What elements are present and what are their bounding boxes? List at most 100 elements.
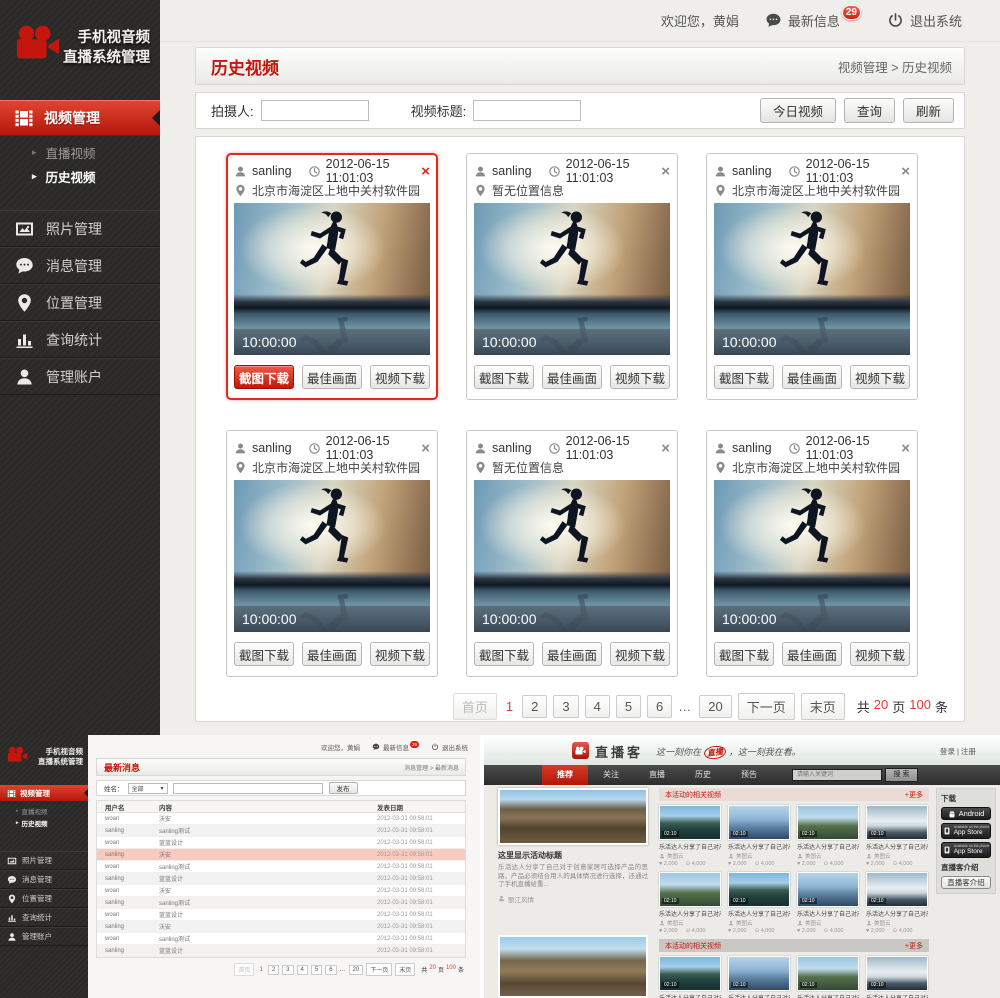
video-thumbnail[interactable]: 10:00:00 [474, 480, 670, 632]
more-link[interactable]: +更多 [905, 941, 923, 951]
table-row-highlighted[interactable]: sanling沃安2012-03-31 09:58:01 [97, 849, 465, 861]
site-video-card[interactable]: 02:10乐活达人分享了自己对产品 [659, 956, 721, 998]
pagination-page[interactable]: 2 [268, 965, 279, 975]
pagination-next[interactable]: 下一页 [738, 693, 795, 720]
pagination-last[interactable]: 末页 [801, 693, 845, 720]
pagination-page[interactable]: 5 [616, 695, 641, 718]
pagination-page-20[interactable]: 20 [699, 695, 731, 718]
pagination-first[interactable]: 首页 [453, 693, 497, 720]
best-frame-button[interactable]: 最佳画面 [302, 642, 362, 666]
site-video-card[interactable]: 02:10乐活达人分享了自己对产品美图云♥ 2,000⊙ 4,000 [659, 805, 721, 867]
site-video-card[interactable]: 02:10乐活达人分享了自己对产品 [797, 956, 859, 998]
video-thumbnail[interactable]: 10:00:00 [234, 203, 430, 355]
close-icon[interactable]: × [421, 441, 430, 456]
mini-sidebar-item-account[interactable]: 管理账户 [0, 927, 88, 946]
table-row[interactable]: sanling蓝蓝设计2012-03-31 09:58:01 [97, 945, 465, 957]
name-select[interactable]: 全部 ▾ [128, 783, 168, 794]
pagination-page[interactable]: 6 [647, 695, 672, 718]
best-frame-button[interactable]: 最佳画面 [542, 642, 602, 666]
sidebar-subitem-live-video[interactable]: ▸直播视频 [0, 140, 160, 164]
appstore-download-button[interactable]: Available on the phoneApp Store [941, 823, 991, 839]
nav-tab-following[interactable]: 关注 [588, 765, 634, 785]
mini-sidebar-item-video-management[interactable]: 视频管理 [0, 785, 88, 801]
appstore-download-button[interactable]: Available on the phoneApp Store [941, 842, 991, 858]
site-video-card[interactable]: 02:10乐活达人分享了自己对产品美图云♥ 2,000⊙ 4,000 [659, 872, 721, 934]
video-download-button[interactable]: 视频下载 [850, 365, 910, 389]
latest-messages-link[interactable]: 最新信息 29 [765, 11, 861, 30]
snapshot-download-button[interactable]: 截图下载 [474, 642, 534, 666]
pagination-page-20[interactable]: 20 [349, 965, 364, 975]
video-download-button[interactable]: 视频下载 [370, 642, 430, 666]
site-video-card[interactable]: 02:10乐活达人分享了自己对产品美图云♥ 2,000⊙ 4,000 [728, 872, 790, 934]
nav-tab-recommended[interactable]: 推荐 [542, 765, 588, 785]
snapshot-download-button[interactable]: 截图下载 [234, 642, 294, 666]
pagination-page[interactable]: 3 [553, 695, 578, 718]
shooter-input[interactable] [261, 100, 369, 121]
table-row[interactable]: sanlingsanling测试2012-03-31 09:58:01 [97, 897, 465, 909]
video-title-input[interactable] [473, 100, 581, 121]
snapshot-download-button[interactable]: 截图下载 [474, 365, 534, 389]
close-icon[interactable]: × [661, 441, 670, 456]
table-row[interactable]: woansanling测试2012-03-31 09:58:01 [97, 861, 465, 873]
best-frame-button[interactable]: 最佳画面 [782, 642, 842, 666]
mini-sidebar-item-location[interactable]: 位置管理 [0, 889, 88, 908]
sidebar-subitem-history-video[interactable]: ▸历史视频 [0, 164, 160, 188]
table-row[interactable]: woan蓝蓝设计2012-03-31 09:58:01 [97, 837, 465, 849]
site-video-card[interactable]: 02:10乐活达人分享了自己对产品 [866, 956, 928, 998]
site-video-card[interactable]: 02:10乐活达人分享了自己对产品 [728, 956, 790, 998]
close-icon[interactable]: × [901, 164, 910, 179]
pagination-last[interactable]: 末页 [395, 963, 415, 976]
mini-sidebar-item-message[interactable]: 消息管理 [0, 870, 88, 889]
pagination-page[interactable]: 4 [585, 695, 610, 718]
best-frame-button[interactable]: 最佳画面 [542, 365, 602, 389]
snapshot-download-button[interactable]: 截图下载 [714, 642, 774, 666]
pagination-page[interactable]: 5 [311, 965, 322, 975]
pagination-page[interactable]: 6 [325, 965, 336, 975]
close-icon[interactable]: × [661, 164, 670, 179]
video-thumbnail[interactable]: 10:00:00 [714, 203, 910, 355]
mini-subitem-live-video[interactable]: ▸直播视频 [0, 805, 88, 817]
site-search-input[interactable] [792, 769, 882, 781]
nav-tab-live[interactable]: 直播 [634, 765, 680, 785]
login-register-links[interactable]: 登录 | 注册 [940, 746, 976, 757]
latest-messages-link[interactable]: 最新信息 29 [372, 742, 419, 752]
mini-sidebar-item-stats[interactable]: 查询统计 [0, 908, 88, 927]
pagination-page[interactable]: 4 [297, 965, 308, 975]
site-search-button[interactable]: 搜 索 [885, 768, 918, 782]
close-icon[interactable]: × [901, 441, 910, 456]
video-thumbnail[interactable]: 10:00:00 [474, 203, 670, 355]
nav-tab-preview[interactable]: 预告 [726, 765, 772, 785]
table-row[interactable]: sanling沃安2012-03-31 09:58:01 [97, 921, 465, 933]
table-row[interactable]: sanlingsanling测试2012-03-31 09:58:01 [97, 825, 465, 837]
android-download-button[interactable]: Android [941, 807, 991, 820]
site-video-card[interactable]: 02:10乐活达人分享了自己对产品美图云♥ 2,000⊙ 4,000 [866, 805, 928, 867]
site-video-card[interactable]: 02:10乐活达人分享了自己对产品美图云♥ 2,000⊙ 4,000 [728, 805, 790, 867]
pagination-first[interactable]: 首页 [234, 963, 254, 976]
sidebar-item-photo-management[interactable]: 照片管理 [0, 210, 160, 247]
site-video-card[interactable]: 02:10乐活达人分享了自己对产品美图云♥ 2,000⊙ 4,000 [866, 872, 928, 934]
sidebar-item-query-statistics[interactable]: 查询统计 [0, 321, 160, 358]
snapshot-download-button[interactable]: 截图下载 [234, 365, 294, 389]
logout-link[interactable]: 退出系统 [431, 742, 468, 752]
message-input[interactable] [173, 783, 323, 794]
today-videos-button[interactable]: 今日视频 [760, 98, 836, 123]
table-row[interactable]: woan蓝蓝设计2012-03-31 09:58:01 [97, 909, 465, 921]
refresh-button[interactable]: 刷新 [903, 98, 954, 123]
activity-photo-secondary[interactable] [498, 935, 648, 998]
best-frame-button[interactable]: 最佳画面 [302, 365, 362, 389]
video-download-button[interactable]: 视频下载 [370, 365, 430, 389]
mini-sidebar-item-photo[interactable]: 照片管理 [0, 851, 88, 870]
mini-subitem-history-video[interactable]: ▸历史视频 [0, 817, 88, 829]
sidebar-item-location-management[interactable]: 位置管理 [0, 284, 160, 321]
sidebar-item-video-management[interactable]: 视频管理 [0, 100, 160, 136]
site-video-card[interactable]: 02:10乐活达人分享了自己对产品美图云♥ 2,000⊙ 4,000 [797, 805, 859, 867]
activity-title[interactable]: 这里显示活动标题 [498, 850, 648, 861]
video-thumbnail[interactable]: 10:00:00 [234, 480, 430, 632]
video-download-button[interactable]: 视频下载 [610, 642, 670, 666]
sidebar-item-account-management[interactable]: 管理账户 [0, 358, 160, 395]
nav-tab-history[interactable]: 历史 [680, 765, 726, 785]
video-download-button[interactable]: 视频下载 [850, 642, 910, 666]
more-link[interactable]: +更多 [905, 790, 923, 800]
table-row[interactable]: woan沃安2012-03-31 09:58:01 [97, 813, 465, 825]
pagination-page[interactable]: 3 [282, 965, 293, 975]
